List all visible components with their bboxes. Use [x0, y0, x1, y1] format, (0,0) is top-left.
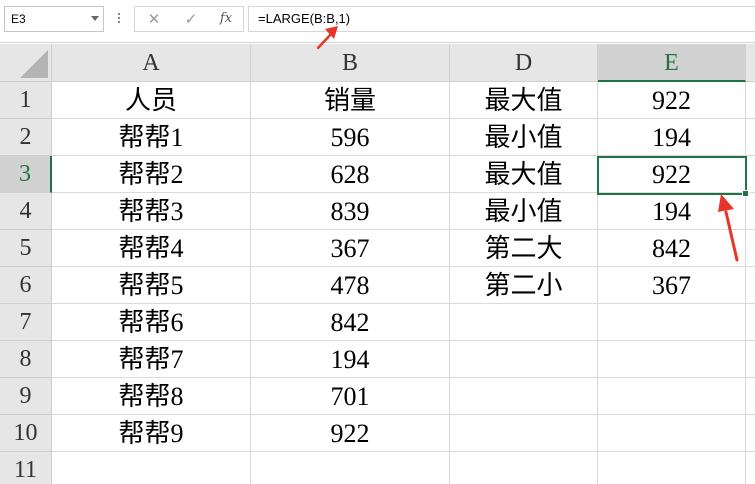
- column-header-e[interactable]: E: [598, 44, 746, 82]
- column-header-a[interactable]: A: [52, 44, 251, 82]
- chevron-down-icon[interactable]: [91, 16, 99, 21]
- select-all-triangle-icon: [20, 50, 48, 78]
- cell-e11[interactable]: [598, 452, 746, 484]
- cell-b5[interactable]: 367: [251, 230, 450, 267]
- cell-d8[interactable]: [450, 341, 598, 378]
- cell-f11[interactable]: [746, 452, 755, 484]
- cell-f8[interactable]: [746, 341, 755, 378]
- cell-d6[interactable]: 第二小: [450, 267, 598, 304]
- cell-b8[interactable]: 194: [251, 341, 450, 378]
- cell-e10[interactable]: [598, 415, 746, 452]
- cell-f2[interactable]: [746, 119, 755, 156]
- cell-e6[interactable]: 367: [598, 267, 746, 304]
- cancel-icon[interactable]: ✕: [143, 9, 165, 29]
- cell-d7[interactable]: [450, 304, 598, 341]
- cell-e1[interactable]: 922: [598, 82, 746, 119]
- cell-a5[interactable]: 帮帮4: [52, 230, 251, 267]
- cell-a1[interactable]: 人员: [52, 82, 251, 119]
- row-header-6[interactable]: 6: [0, 267, 52, 304]
- cell-a11[interactable]: [52, 452, 251, 484]
- cell-b1[interactable]: 销量: [251, 82, 450, 119]
- fill-handle[interactable]: [742, 190, 749, 197]
- cell-e9[interactable]: [598, 378, 746, 415]
- cell-e4[interactable]: 194: [598, 193, 746, 230]
- cell-e5[interactable]: 842: [598, 230, 746, 267]
- row-header-3[interactable]: 3: [0, 156, 52, 193]
- cell-d10[interactable]: [450, 415, 598, 452]
- cell-d4[interactable]: 最小值: [450, 193, 598, 230]
- row-header-1[interactable]: 1: [0, 82, 52, 119]
- insert-function-icon[interactable]: fx: [215, 9, 237, 29]
- cell-e8[interactable]: [598, 341, 746, 378]
- cell-d1[interactable]: 最大值: [450, 82, 598, 119]
- column-header-f[interactable]: [746, 44, 755, 82]
- row-header-10[interactable]: 10: [0, 415, 52, 452]
- cell-b6[interactable]: 478: [251, 267, 450, 304]
- row-header-7[interactable]: 7: [0, 304, 52, 341]
- name-box[interactable]: E3: [4, 6, 104, 32]
- cell-a2[interactable]: 帮帮1: [52, 119, 251, 156]
- confirm-icon[interactable]: ✓: [180, 9, 202, 29]
- cell-f7[interactable]: [746, 304, 755, 341]
- formula-bar: E3 ✕ ✓ fx =LARGE(B:B,1): [0, 0, 755, 43]
- row-header-5[interactable]: 5: [0, 230, 52, 267]
- cell-b11[interactable]: [251, 452, 450, 484]
- cell-e2[interactable]: 194: [598, 119, 746, 156]
- row-header-4[interactable]: 4: [0, 193, 52, 230]
- formula-buttons: ✕ ✓ fx: [134, 6, 244, 32]
- cell-b3[interactable]: 628: [251, 156, 450, 193]
- cell-b4[interactable]: 839: [251, 193, 450, 230]
- row-header-11[interactable]: 11: [0, 452, 52, 484]
- cell-a7[interactable]: 帮帮6: [52, 304, 251, 341]
- cell-a6[interactable]: 帮帮5: [52, 267, 251, 304]
- cell-e3[interactable]: 922: [598, 156, 746, 193]
- cell-d2[interactable]: 最小值: [450, 119, 598, 156]
- cell-a3[interactable]: 帮帮2: [52, 156, 251, 193]
- cell-b7[interactable]: 842: [251, 304, 450, 341]
- cell-f5[interactable]: [746, 230, 755, 267]
- cell-a9[interactable]: 帮帮8: [52, 378, 251, 415]
- cell-a4[interactable]: 帮帮3: [52, 193, 251, 230]
- cell-a10[interactable]: 帮帮9: [52, 415, 251, 452]
- formula-input[interactable]: =LARGE(B:B,1): [248, 6, 755, 32]
- cell-f1[interactable]: [746, 82, 755, 119]
- cell-d3[interactable]: 最大值: [450, 156, 598, 193]
- column-header-d[interactable]: D: [450, 44, 598, 82]
- cell-f3[interactable]: [746, 156, 755, 193]
- row-header-9[interactable]: 9: [0, 378, 52, 415]
- spreadsheet-grid: A B D E 1 人员 销量 最大值 922 2 帮帮1 596 最小值 194 3 帮帮2 628 最…: [0, 44, 755, 484]
- cell-d11[interactable]: [450, 452, 598, 484]
- cell-f10[interactable]: [746, 415, 755, 452]
- cell-b9[interactable]: 701: [251, 378, 450, 415]
- name-box-value: E3: [11, 12, 26, 26]
- cell-f9[interactable]: [746, 378, 755, 415]
- cell-f6[interactable]: [746, 267, 755, 304]
- cell-b10[interactable]: 922: [251, 415, 450, 452]
- cell-a8[interactable]: 帮帮7: [52, 341, 251, 378]
- cell-b2[interactable]: 596: [251, 119, 450, 156]
- cell-d5[interactable]: 第二大: [450, 230, 598, 267]
- cell-f4[interactable]: [746, 193, 755, 230]
- cell-e7[interactable]: [598, 304, 746, 341]
- cell-d9[interactable]: [450, 378, 598, 415]
- row-header-2[interactable]: 2: [0, 119, 52, 156]
- column-header-b[interactable]: B: [251, 44, 450, 82]
- select-all-button[interactable]: [0, 44, 52, 82]
- drag-handle-icon[interactable]: [117, 11, 121, 27]
- row-header-8[interactable]: 8: [0, 341, 52, 378]
